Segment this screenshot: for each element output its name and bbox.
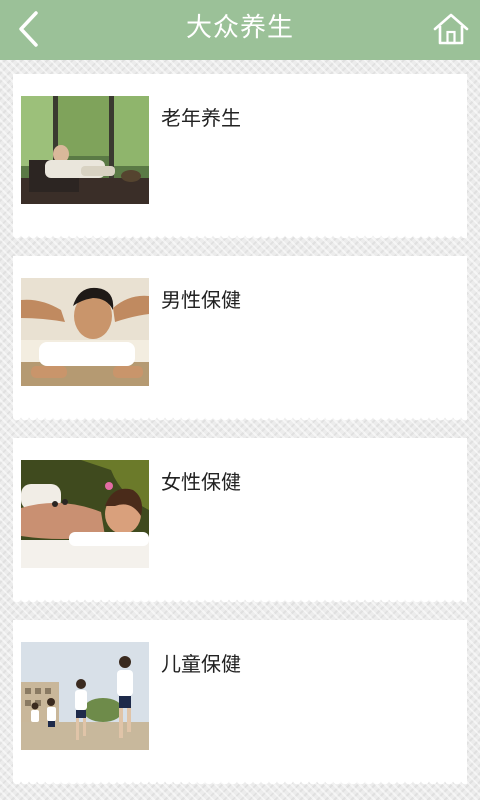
elderly-thumbnail [21,96,149,204]
list-item-childrens-health[interactable]: 儿童保健 [13,620,467,786]
list-item-elderly-health[interactable]: 老年养生 [13,74,467,240]
childrens-health-thumbnail [21,642,149,750]
list-item-label: 女性保健 [161,470,241,494]
list-item-label: 儿童保健 [161,652,241,676]
app-header: 大众养生 [0,0,480,60]
list-item-mens-health[interactable]: 男性保健 [13,256,467,422]
list-item-label: 男性保健 [161,288,241,312]
mens-health-thumbnail [21,278,149,386]
home-icon [433,13,469,45]
list-item-label: 老年养生 [161,106,241,130]
womens-health-thumbnail [21,460,149,568]
home-button[interactable] [430,8,472,50]
page-title: 大众养生 [185,13,294,43]
list-item-womens-health[interactable]: 女性保健 [13,438,467,604]
